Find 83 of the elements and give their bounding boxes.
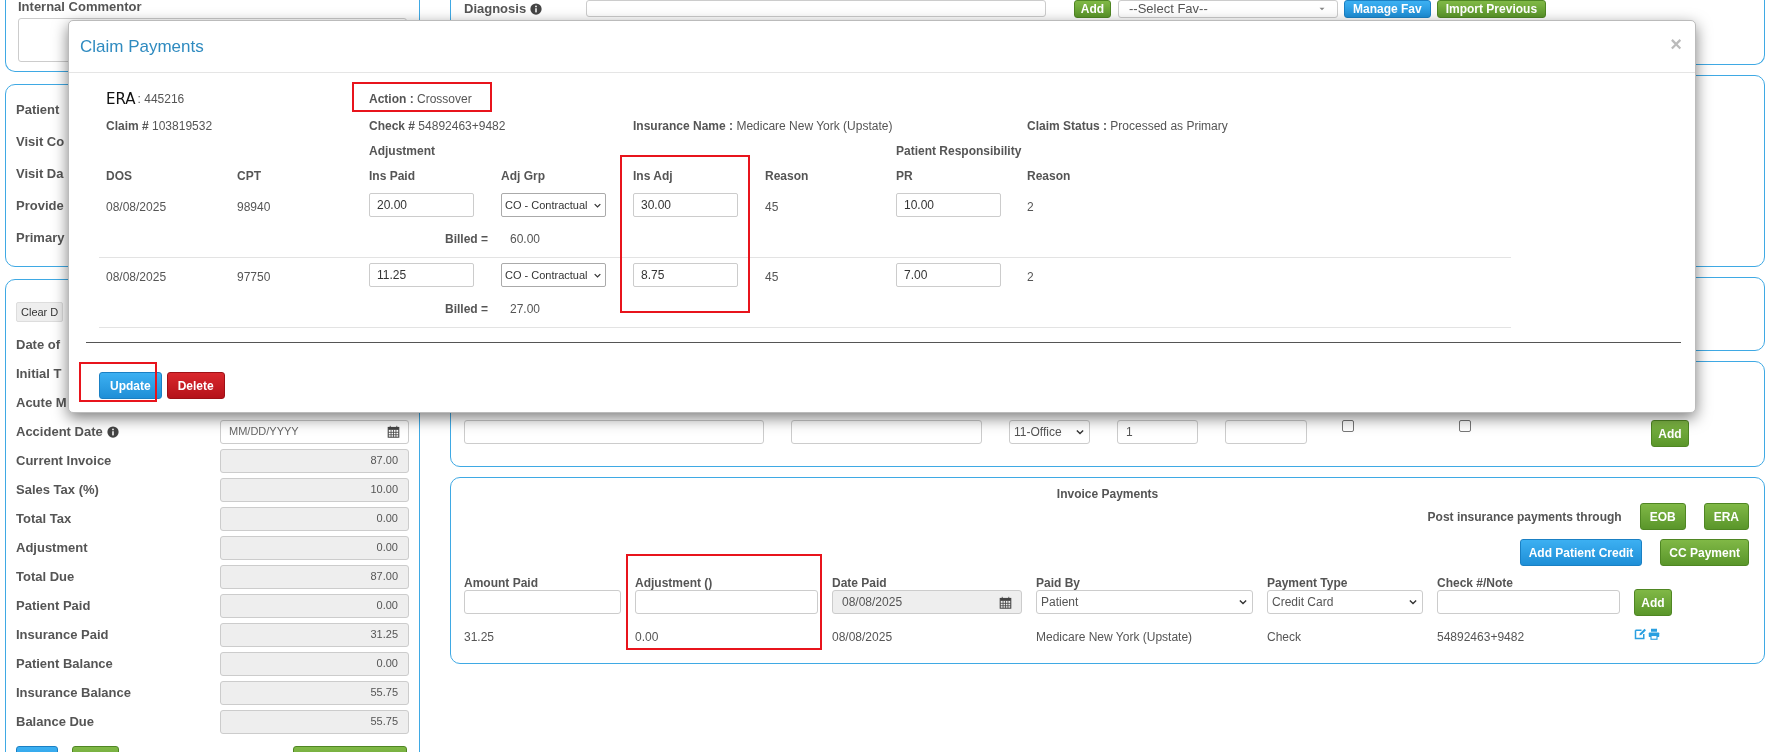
readonly-field: 0.00 bbox=[220, 506, 409, 531]
readonly-field: 0.00 bbox=[220, 535, 409, 560]
field-label: Insurance Paid bbox=[16, 625, 109, 644]
field-label: Total Tax bbox=[16, 509, 72, 528]
field-label: Adjustment bbox=[16, 538, 88, 557]
field-label: Visit Co bbox=[16, 133, 65, 152]
readonly-field: 31.25 bbox=[220, 622, 409, 647]
field-label: Initial T bbox=[16, 364, 62, 383]
column-header: DOS bbox=[106, 167, 133, 185]
field-label: Sales Tax (%) bbox=[16, 480, 99, 499]
table-cell-text: 54892463+9482 bbox=[1437, 629, 1526, 646]
field-label: Date Paid bbox=[832, 575, 888, 590]
field-label: Amount Paid bbox=[464, 575, 539, 590]
field-label: Billed = bbox=[444, 301, 489, 318]
field-label: Patient Balance bbox=[16, 654, 113, 673]
field-label: Provide bbox=[16, 197, 64, 216]
field-label: Date of bbox=[16, 335, 61, 354]
table-cell-text: Check bbox=[1267, 629, 1302, 646]
dropdown-value: Patient bbox=[1041, 594, 1079, 611]
table-cell-text: 2 bbox=[1027, 269, 1035, 286]
column-header: Ins Adj bbox=[633, 167, 674, 185]
field-value: : 445216 bbox=[137, 91, 185, 108]
dropdown-value: Credit Card bbox=[1272, 594, 1334, 611]
table-cell-text: 31.25 bbox=[464, 629, 496, 646]
field-value: 08/08/2025 bbox=[842, 594, 903, 611]
table-cell-text: 98940 bbox=[237, 199, 272, 216]
field-label: Paid By bbox=[1036, 575, 1081, 590]
field-label: ERA bbox=[106, 88, 136, 110]
table-cell-text: 08/08/2025 bbox=[106, 269, 168, 286]
column-header: PR bbox=[896, 167, 914, 185]
readonly-field: 55.75 bbox=[220, 709, 409, 734]
table-cell-text: 2 bbox=[1027, 199, 1035, 216]
field-label: Payment Type bbox=[1267, 575, 1349, 590]
field-label: Primary bbox=[16, 229, 65, 248]
column-header: Reason bbox=[765, 167, 810, 185]
field-text: Claim Status : Processed as Primary bbox=[1027, 118, 1228, 135]
dialog-title: Claim Payments bbox=[80, 35, 204, 58]
field-label: Acute M bbox=[16, 393, 67, 412]
dropdown-value: --Select Fav-- bbox=[1129, 0, 1208, 19]
readonly-field: 87.00 bbox=[220, 564, 409, 589]
field-text: Action : Crossover bbox=[369, 91, 472, 108]
dropdown-value: 11-Office bbox=[1014, 424, 1062, 441]
readonly-field: 0.00 bbox=[220, 651, 409, 676]
group-heading: Adjustment bbox=[369, 142, 436, 160]
field-label: Accident Date bbox=[16, 422, 103, 441]
table-cell-text: 08/08/2025 bbox=[106, 199, 168, 216]
field-text: Claim # 103819532 bbox=[106, 118, 213, 135]
field-label: Diagnosis bbox=[464, 0, 527, 19]
field-label: Total Due bbox=[16, 567, 75, 586]
field-text: Check # 54892463+9482 bbox=[369, 118, 506, 135]
field-label: Insurance Balance bbox=[16, 683, 131, 702]
column-header: Adj Grp bbox=[501, 167, 546, 185]
section-title: Invoice Payments bbox=[1055, 488, 1160, 500]
column-header: CPT bbox=[237, 167, 262, 185]
field-value: 60.00 bbox=[509, 231, 542, 248]
table-cell-text: 0.00 bbox=[635, 629, 660, 646]
table-cell-text: 45 bbox=[765, 269, 780, 286]
table-cell-text: 08/08/2025 bbox=[832, 629, 894, 646]
placeholder-text: MM/DD/YYYY bbox=[229, 424, 299, 440]
column-header: Ins Paid bbox=[369, 167, 416, 185]
field-label: Internal Commentor bbox=[18, 0, 143, 14]
table-cell-text: 45 bbox=[765, 199, 780, 216]
readonly-field: 10.00 bbox=[220, 477, 409, 502]
helper-text: Post insurance payments through bbox=[1427, 508, 1622, 526]
readonly-field: 0.00 bbox=[220, 593, 409, 618]
field-label: Billed = bbox=[444, 231, 489, 248]
field-label: Adjustment () bbox=[635, 575, 714, 590]
field-label: Visit Da bbox=[16, 165, 64, 184]
table-cell-text: 97750 bbox=[237, 269, 272, 286]
field-text: Insurance Name : Medicare New York (Upstate) bbox=[633, 118, 893, 135]
column-header: Reason bbox=[1027, 167, 1072, 185]
field-value: 27.00 bbox=[509, 301, 542, 318]
field-label: Patient Paid bbox=[16, 596, 91, 615]
dropdown-value: CO - Contractual bbox=[505, 267, 588, 283]
table-cell-text: Medicare New York (Upstate) bbox=[1036, 629, 1194, 646]
readonly-field: 87.00 bbox=[220, 448, 409, 473]
readonly-field: 55.75 bbox=[220, 680, 409, 705]
dropdown-value: CO - Contractual bbox=[505, 197, 588, 213]
field-label: Current Invoice bbox=[16, 451, 112, 470]
field-label: Balance Due bbox=[16, 712, 95, 731]
field-label: Check #/Note bbox=[1437, 575, 1515, 590]
group-heading: Patient Responsibility bbox=[896, 142, 1023, 160]
field-label: Patient bbox=[16, 101, 60, 120]
